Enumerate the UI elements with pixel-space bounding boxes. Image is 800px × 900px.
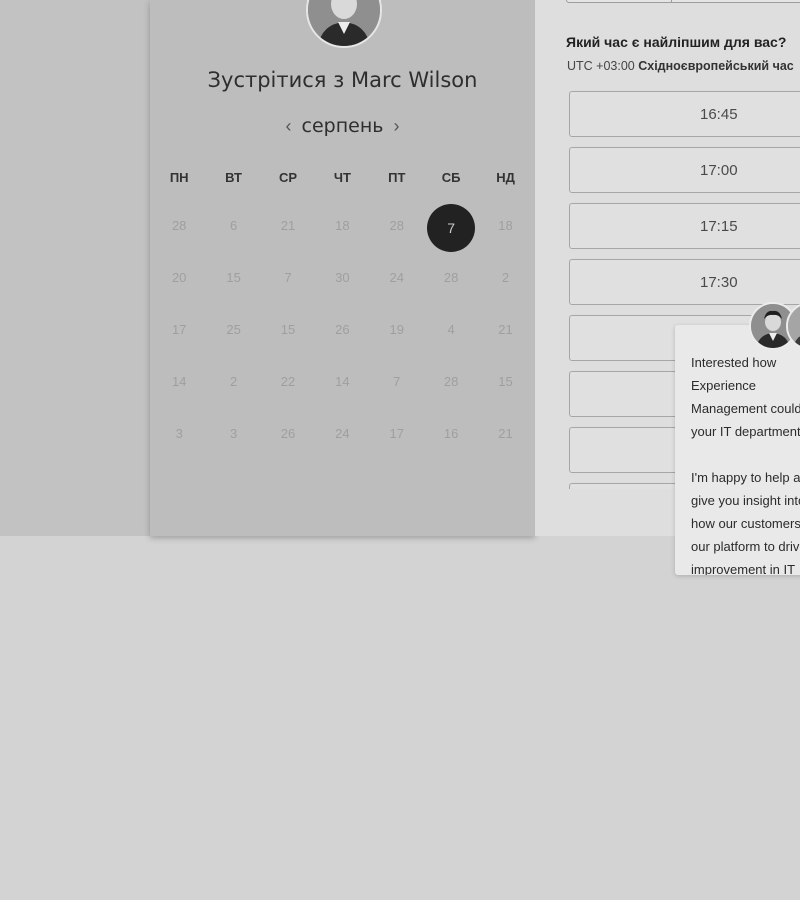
calendar-day: 14 [171,374,187,389]
weekday-sat: СБ [441,170,461,185]
time-slot[interactable]: 17:30 [569,259,800,305]
calendar-day: 2 [229,374,238,389]
month-navigation: ‹ серпень › [260,112,425,140]
calendar-day: 18 [498,218,513,233]
calendar-day: 3 [229,426,238,441]
weekday-fri: ПТ [388,170,406,185]
calendar-day: 24 [389,270,404,285]
month-label: серпень [301,115,384,137]
calendar-day: 19 [389,322,404,337]
weekday-sun: НД [496,170,515,185]
calendar-day: 20 [171,270,187,285]
calendar-day: 30 [335,270,350,285]
calendar-day: 25 [226,322,241,337]
calendar-day: 4 [447,322,455,337]
calendar-day: 22 [280,374,296,389]
weekday-wed: СР [278,170,297,185]
time-slot[interactable]: 17:15 [569,203,800,249]
calendar-day: 6 [229,218,238,233]
timezone-label[interactable]: UTC +03:00 Східноєвропейський час [567,59,794,73]
calendar-day: 7 [284,270,292,285]
weekday-mon: ПН [169,170,189,185]
calendar-day: 17 [171,322,187,337]
calendar-day: 14 [335,374,350,389]
chevron-left-icon[interactable]: ‹ [276,116,302,137]
weekday-header: ПН ВТ СР ЧТ ПТ СБ НД [152,170,533,185]
selected-day-label[interactable]: 7 [427,204,476,252]
top-input-field[interactable] [566,0,800,3]
calendar-day: 28 [389,218,404,233]
calendar-day: 17 [389,426,404,441]
calendar-day: 3 [175,426,183,441]
calendar-day: 28 [171,218,187,233]
time-slot[interactable]: 17:00 [569,147,800,193]
calendar-day: 21 [498,322,513,337]
calendar-day: 26 [335,322,350,337]
calendar-day: 18 [335,218,350,233]
time-slot[interactable]: 16:45 [569,91,800,137]
calendar-day: 21 [280,218,296,233]
calendar-day: 15 [226,270,241,285]
calendar-day: 28 [443,374,459,389]
chevron-right-icon[interactable]: › [383,116,409,137]
calendar-day: 28 [443,270,459,285]
chat-popup[interactable]: Interested how Experience Management cou… [675,325,800,575]
chat-message: Interested how Experience Management cou… [691,355,800,575]
meeting-title: Зустрітися з Marc Wilson [150,68,535,92]
meeting-title-prefix: Зустрітися з [207,68,345,92]
calendar-day-selected[interactable]: 7 [424,204,478,256]
timezone-name: Східноєвропейський час [638,59,794,73]
host-name: Marc Wilson [350,68,478,92]
calendar-day: 15 [498,374,513,389]
calendar-day: 15 [280,322,296,337]
weekday-tue: ВТ [225,170,242,185]
calendar-day: 26 [280,426,296,441]
weekday-thu: ЧТ [333,170,351,185]
calendar-day: 16 [443,426,459,441]
timezone-offset: UTC +03:00 [567,59,635,73]
calendar-day: 2 [501,270,510,285]
time-question: Який час є найліпшим для вас? [566,34,787,50]
calendar-day: 21 [498,426,513,441]
calendar-grid: 28 6 21 18 28 7 18 20 15 7 30 24 28 2 17… [152,204,533,464]
calendar-day: 24 [335,426,350,441]
calendar-day: 7 [393,374,401,389]
